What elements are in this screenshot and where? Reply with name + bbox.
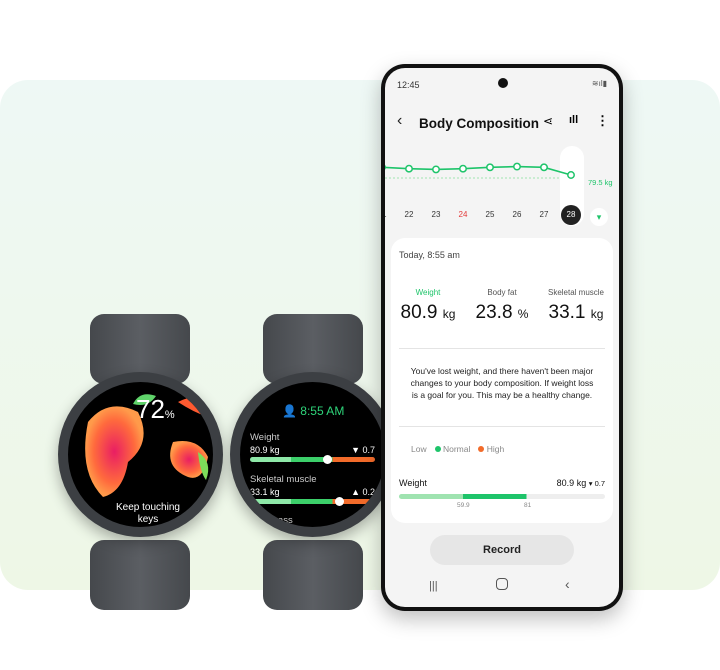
- day-label[interactable]: 24: [453, 210, 473, 219]
- stat-skeletal-muscle: Skeletal muscle 33.1 kg: [539, 288, 613, 324]
- insight-message: You've lost weight, and there haven't be…: [410, 366, 594, 400]
- weight-row-delta: ▾ 0.7: [588, 479, 605, 488]
- day-label[interactable]: 22: [399, 210, 419, 219]
- watch-band-bottom: [263, 540, 363, 610]
- weight-chart: [385, 162, 575, 179]
- divider: [399, 426, 605, 427]
- watch-footer: mass: [270, 515, 293, 526]
- stats-row: Weight 80.9 kg Body fat 23.8 % Skeletal mu…: [391, 288, 613, 324]
- legend-normal-label: Normal: [442, 444, 471, 454]
- day-label[interactable]: 27: [534, 210, 554, 219]
- watch-row-weight: Weight 80.9 kg ▼ 0.7: [250, 432, 375, 464]
- range-tick: 81: [524, 502, 532, 509]
- watch-row-muscle: Skeletal muscle 33.1 kg ▲ 0.2: [250, 474, 375, 506]
- weight-point[interactable]: [432, 165, 440, 174]
- weight-row: Weight 80.9 kg ▾ 0.7: [399, 478, 605, 488]
- weight-row-value: 80.9 kg: [556, 478, 587, 488]
- back-nav-icon[interactable]: ‹: [565, 576, 570, 592]
- stat-value: 33.1: [548, 302, 586, 323]
- left-watch-face: 72% Keep touching keys: [68, 382, 213, 527]
- home-icon[interactable]: [496, 578, 508, 590]
- day-label[interactable]: 28: [561, 205, 581, 225]
- watch-band-bottom: [90, 540, 190, 610]
- person-icon: 👤: [282, 404, 301, 418]
- percent-value: 72%: [136, 394, 175, 425]
- phone: 12:45 ≋ıl▮ ‹ Body Composition ⋖ ıll ⋮ 79…: [381, 64, 623, 611]
- back-icon[interactable]: ‹: [397, 112, 402, 130]
- percent-number: 72: [136, 394, 165, 424]
- stat-unit: kg: [590, 307, 604, 321]
- legend-low: Low: [411, 444, 427, 454]
- stat-unit: kg: [442, 307, 456, 321]
- row-label: Weight: [250, 432, 280, 443]
- card-date: Today, 8:55 am: [399, 250, 460, 260]
- stat-unit: %: [517, 307, 529, 321]
- day-label[interactable]: 21: [385, 210, 392, 219]
- stat-weight: Weight 80.9 kg: [391, 288, 465, 324]
- stat-body-fat: Body fat 23.8 %: [465, 288, 539, 324]
- weight-point[interactable]: [486, 163, 494, 172]
- page-title: Body Composition: [419, 116, 539, 131]
- row-label: Skeletal muscle: [250, 474, 317, 485]
- row-delta: ▼ 0.7: [351, 445, 375, 455]
- stat-value: 80.9: [400, 302, 438, 323]
- percent-unit: %: [164, 409, 175, 421]
- day-label[interactable]: 23: [426, 210, 446, 219]
- day-label[interactable]: 26: [507, 210, 527, 219]
- summary-card: Today, 8:55 am Weight 80.9 kg Body fat 23.…: [391, 238, 613, 523]
- stat-value: 23.8: [475, 302, 513, 323]
- more-icon[interactable]: ⋮: [596, 113, 609, 129]
- row-value: 33.1 kg: [250, 487, 280, 497]
- right-watch-face: 👤 8:55 AM Weight 80.9 kg ▼ 0.7 Skeletal m…: [240, 382, 385, 527]
- stat-label: Skeletal muscle: [547, 288, 605, 297]
- stat-label: Weight: [415, 288, 441, 297]
- watch-message: Keep touching keys: [116, 502, 180, 525]
- weight-range-bar: [399, 494, 605, 499]
- legend: Low Normal High: [411, 444, 504, 454]
- day-label[interactable]: 25: [480, 210, 500, 219]
- range-tick: 59.9: [457, 502, 470, 509]
- weight-point[interactable]: [513, 162, 521, 171]
- watch-time: 👤 8:55 AM: [282, 404, 344, 418]
- legend-normal: Normal: [434, 444, 471, 454]
- recents-icon[interactable]: |||: [429, 580, 438, 592]
- divider: [399, 348, 605, 349]
- record-button[interactable]: Record: [430, 535, 574, 565]
- row-delta: ▲ 0.2: [351, 487, 375, 497]
- weight-point[interactable]: [540, 163, 548, 172]
- watch-time-text: 8:55 AM: [300, 404, 345, 418]
- weight-row-label: Weight: [399, 478, 427, 488]
- weight-point[interactable]: [567, 171, 575, 179]
- scale-icon[interactable]: ▾: [590, 208, 608, 226]
- status-icons: ≋ıl▮: [591, 79, 607, 88]
- target-label: 79.5 kg: [588, 178, 613, 187]
- legend-high-label: High: [486, 444, 505, 454]
- share-icon[interactable]: ⋖: [543, 114, 553, 128]
- legend-high: High: [478, 444, 504, 454]
- chart-icon[interactable]: ıll: [569, 114, 578, 126]
- phone-screen: 12:45 ≋ıl▮ ‹ Body Composition ⋖ ıll ⋮ 79…: [385, 68, 619, 607]
- weight-point[interactable]: [405, 164, 413, 173]
- row-value: 80.9 kg: [250, 445, 280, 455]
- status-time: 12:45: [397, 80, 420, 90]
- stat-label: Body fat: [487, 288, 517, 297]
- weight-point[interactable]: [459, 164, 467, 173]
- camera: [498, 78, 508, 88]
